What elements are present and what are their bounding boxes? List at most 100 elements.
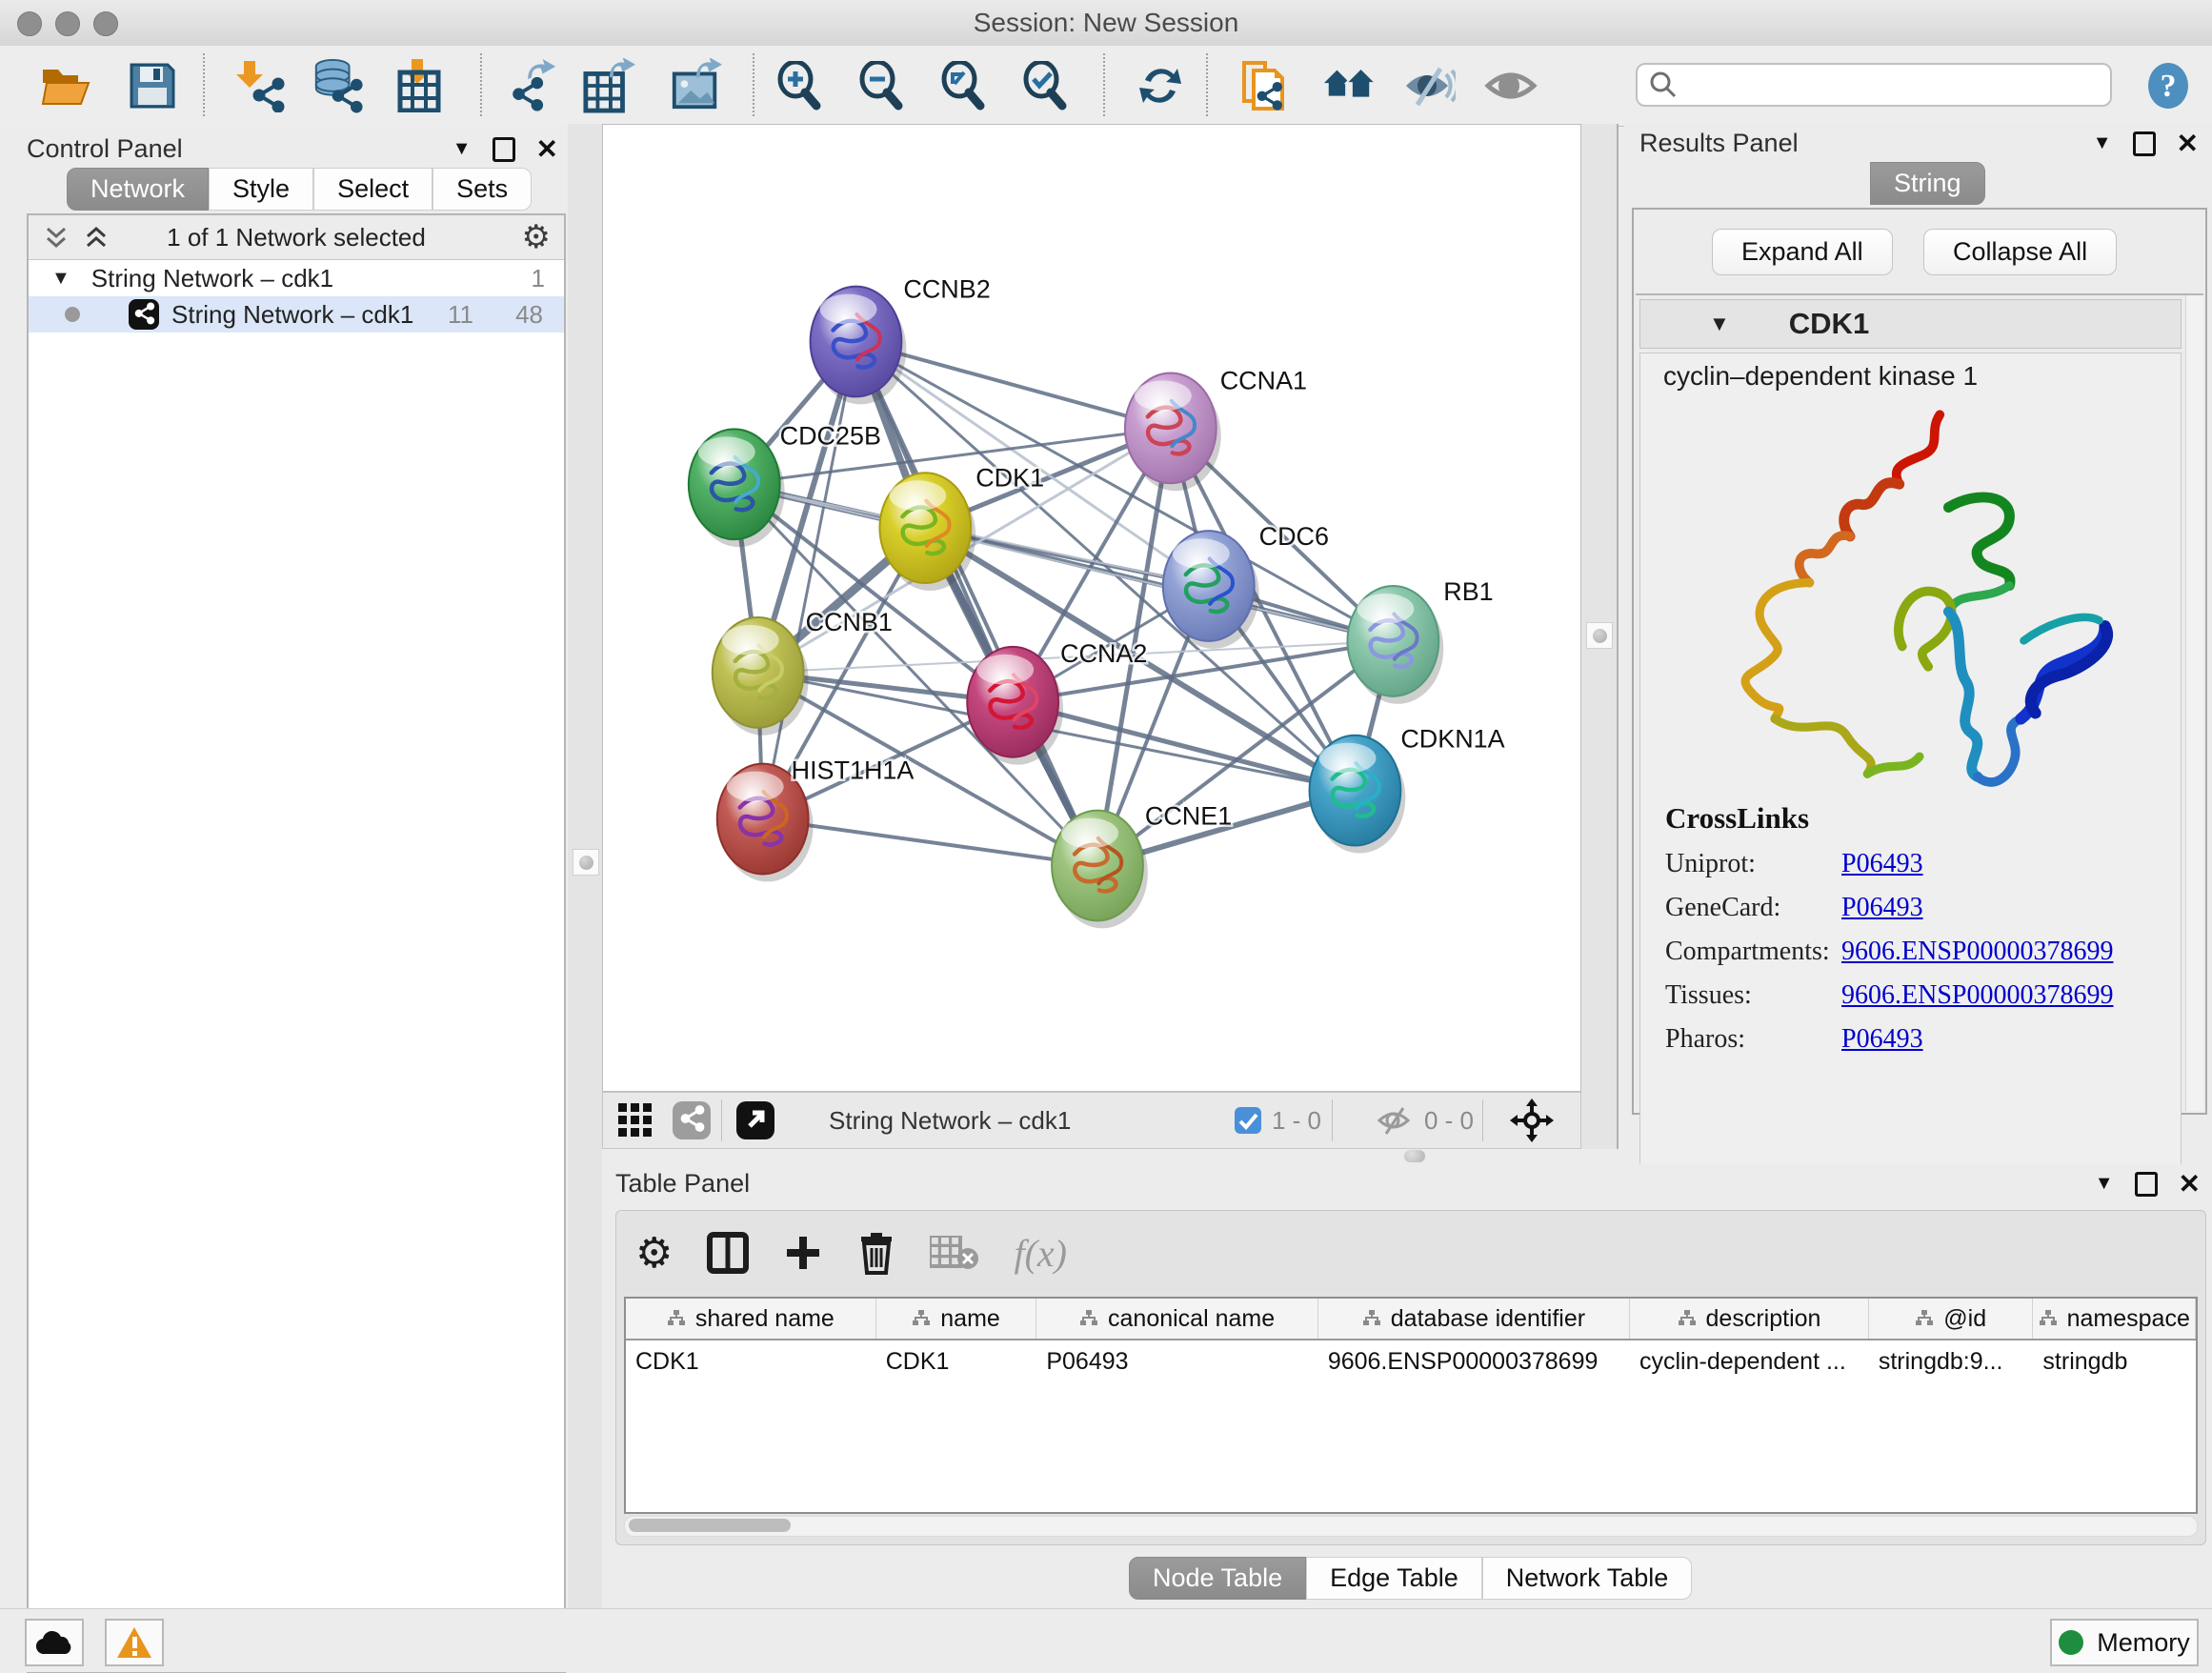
control-panel-collapse-icon[interactable]: ▼ <box>452 138 472 160</box>
table-options-gear-icon[interactable]: ⚙ <box>635 1229 673 1278</box>
node-CCNA1[interactable] <box>1125 373 1221 491</box>
fit-content-crosshair-icon[interactable] <box>1510 1099 1554 1142</box>
column-header-description[interactable]: description <box>1630 1299 1869 1339</box>
node-CCNB2[interactable] <box>811 287 907 405</box>
table-panel-collapse-icon[interactable]: ▼ <box>2095 1173 2114 1195</box>
table-cell[interactable]: CDK1 <box>876 1340 1037 1382</box>
zoom-fit-icon[interactable] <box>935 59 989 112</box>
node-CCNE1[interactable] <box>1052 811 1148 929</box>
edge-CCNB2-CCNE1[interactable] <box>855 342 1097 866</box>
collection-expand-icon[interactable]: ▼ <box>51 268 70 290</box>
hide-selected-icon[interactable] <box>1402 59 1456 112</box>
open-session-icon[interactable] <box>38 59 91 112</box>
tab-sets[interactable]: Sets <box>432 168 532 211</box>
network-row[interactable]: String Network – cdk1 11 48 <box>29 296 564 333</box>
crosslink-link[interactable]: 9606.ENSP00000378699 <box>1841 937 2113 967</box>
table-cell[interactable]: P06493 <box>1036 1340 1317 1382</box>
tab-string[interactable]: String <box>1870 162 1985 205</box>
show-eye-icon[interactable] <box>1484 59 1538 112</box>
tab-edge-table[interactable]: Edge Table <box>1306 1557 1482 1600</box>
table-cell[interactable]: stringdb:9... <box>1869 1340 2034 1382</box>
import-table-icon[interactable] <box>394 59 448 112</box>
network-share-view-icon[interactable] <box>672 1100 712 1140</box>
tab-style[interactable]: Style <box>209 168 313 211</box>
zoom-in-icon[interactable] <box>772 59 825 112</box>
tab-select[interactable]: Select <box>313 168 432 211</box>
crosslink-link[interactable]: P06493 <box>1841 849 1923 879</box>
table-row[interactable]: CDK1CDK1P064939606.ENSP00000378699cyclin… <box>626 1340 2196 1382</box>
results-panel-close-icon[interactable]: ✕ <box>2177 128 2199 159</box>
node-CCNA2[interactable] <box>967 647 1063 765</box>
tab-network[interactable]: Network <box>67 168 209 211</box>
node-CCNB1[interactable] <box>713 617 809 736</box>
column-header-shared-name[interactable]: shared name <box>626 1299 876 1339</box>
tab-network-table[interactable]: Network Table <box>1482 1557 1693 1600</box>
column-header-namespace[interactable]: namespace <box>2033 1299 2196 1339</box>
table-panel-float-icon[interactable] <box>2135 1172 2158 1197</box>
selected-checkbox-icon[interactable] <box>1234 1106 1262 1135</box>
crosslink-link[interactable]: P06493 <box>1841 893 1923 923</box>
grid-view-icon[interactable] <box>616 1101 654 1139</box>
gene-collapse-icon[interactable]: ▼ <box>1709 312 1730 336</box>
refresh-icon[interactable] <box>1134 59 1187 112</box>
table-panel-close-icon[interactable]: ✕ <box>2179 1168 2201 1199</box>
crosslink-link[interactable]: P06493 <box>1841 1024 1923 1055</box>
table-cell[interactable]: CDK1 <box>626 1340 876 1382</box>
hidden-eye-slash-icon[interactable] <box>1377 1104 1415 1137</box>
node-CDC25B[interactable] <box>689 429 785 547</box>
zoom-out-icon[interactable] <box>854 59 907 112</box>
right-splitter[interactable] <box>1581 124 1617 1149</box>
table-horizontal-scrollbar[interactable] <box>624 1516 2198 1537</box>
search-input[interactable] <box>1678 70 2091 101</box>
export-image-icon[interactable] <box>669 59 722 112</box>
network-options-gear-icon[interactable]: ⚙ <box>522 218 551 256</box>
detach-view-icon[interactable] <box>735 1100 775 1140</box>
control-panel-float-icon[interactable] <box>493 137 515 162</box>
add-column-icon[interactable] <box>783 1233 823 1273</box>
network-collection-row[interactable]: ▼ String Network – cdk1 1 <box>29 260 564 296</box>
export-table-icon[interactable] <box>582 59 635 112</box>
help-icon[interactable]: ? <box>2142 59 2195 112</box>
table-scrollbar-thumb[interactable] <box>629 1519 791 1532</box>
results-panel-float-icon[interactable] <box>2133 131 2156 156</box>
network-canvas[interactable]: CCNB2CCNA1CDC25BCDK1CDC6RB1CCNB1CCNA2CDK… <box>602 124 1581 1092</box>
node-RB1[interactable] <box>1347 586 1443 704</box>
table-cell[interactable]: stringdb <box>2033 1340 2196 1382</box>
horizontal-splitter-handle[interactable] <box>1404 1150 1425 1162</box>
tab-node-table[interactable]: Node Table <box>1129 1557 1306 1600</box>
column-header-database-identifier[interactable]: database identifier <box>1318 1299 1630 1339</box>
clone-network-icon[interactable] <box>1238 59 1292 112</box>
delete-column-icon[interactable] <box>857 1231 895 1275</box>
crosslink-link[interactable]: 9606.ENSP00000378699 <box>1841 980 2113 1011</box>
results-panel-collapse-icon[interactable]: ▼ <box>2093 132 2112 154</box>
column-header-name[interactable]: name <box>876 1299 1037 1339</box>
control-panel-close-icon[interactable]: ✕ <box>536 133 558 165</box>
left-splitter[interactable] <box>568 124 602 1608</box>
import-network-file-icon[interactable] <box>234 59 288 112</box>
results-scrollbar[interactable] <box>2185 295 2203 1111</box>
zoom-selected-icon[interactable] <box>1017 59 1071 112</box>
hidden-count: 0 - 0 <box>1424 1106 1474 1136</box>
memory-button[interactable]: Memory <box>2050 1619 2199 1666</box>
table-cell[interactable]: 9606.ENSP00000378699 <box>1318 1340 1630 1382</box>
import-network-database-icon[interactable] <box>311 59 364 112</box>
left-splitter-handle[interactable] <box>573 849 599 876</box>
node-CDKN1A[interactable] <box>1310 736 1406 854</box>
node-CDK1[interactable] <box>879 473 975 591</box>
collapse-all-button[interactable]: Collapse All <box>1923 229 2117 275</box>
right-splitter-handle[interactable] <box>1586 622 1613 649</box>
warning-status-button[interactable] <box>105 1619 164 1666</box>
show-columns-icon[interactable] <box>707 1232 749 1274</box>
export-network-icon[interactable] <box>506 59 559 112</box>
expand-all-button[interactable]: Expand All <box>1712 229 1893 275</box>
table-cell[interactable]: cyclin-dependent ... <box>1630 1340 1869 1382</box>
crosslink-label: Pharos: <box>1665 1024 1841 1055</box>
home-networks-icon[interactable] <box>1322 59 1376 112</box>
edge-CCNA2-CDKN1A[interactable] <box>1013 702 1355 791</box>
save-session-icon[interactable] <box>126 59 179 112</box>
column-header-id[interactable]: @id <box>1869 1299 2034 1339</box>
column-header-canonical-name[interactable]: canonical name <box>1036 1299 1317 1339</box>
cloud-status-button[interactable] <box>25 1619 84 1666</box>
edge-CCNB2-HIST1H1A[interactable] <box>763 342 856 819</box>
table-panel: Table Panel ▼ ✕ ⚙ f(x) shared namenameca… <box>602 1164 2212 1608</box>
